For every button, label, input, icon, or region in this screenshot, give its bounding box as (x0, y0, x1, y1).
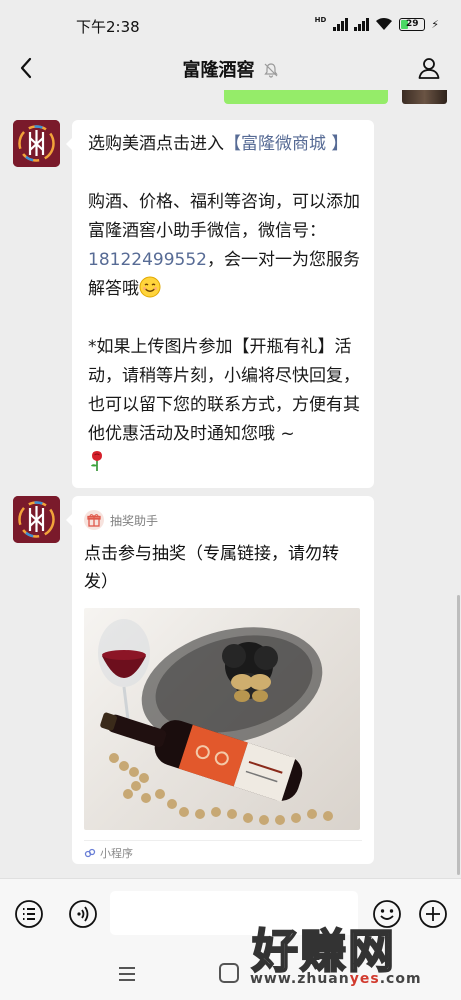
audio-button[interactable] (66, 897, 100, 931)
rose-emoji-icon (91, 451, 102, 471)
battery-icon: 29 (399, 17, 426, 31)
voice-toggle-button[interactable] (12, 897, 46, 931)
plus-icon (419, 900, 447, 928)
status-time: 下午2:38 (76, 18, 140, 36)
hd-badge: HD (314, 16, 327, 24)
brand-logo (13, 120, 60, 167)
system-nav-bar (0, 948, 461, 1000)
miniprogram-source: 抽奖助手 (84, 510, 362, 530)
status-bar: 下午2:38 HD 29 ⚡ (0, 0, 461, 46)
emoji-icon (373, 900, 401, 928)
emoji-button[interactable] (370, 897, 404, 931)
status-icons: HD 29 ⚡ (315, 16, 439, 32)
wechat-id-link[interactable]: 18122499552 (88, 250, 207, 270)
profile-button[interactable] (413, 52, 445, 84)
input-bar (0, 878, 461, 948)
miniprogram-card[interactable]: 抽奖助手 点击参与抽奖（专属链接，请勿转发） 小程序 (66, 496, 374, 864)
signal-icon (354, 17, 370, 31)
text-message-bubble[interactable]: 选购美酒点击进入【富隆微商城 】 购酒、价格、福利等咨询，可以添加富隆酒窖小助手… (66, 120, 374, 488)
miniprogram-title: 点击参与抽奖（专属链接，请勿转发） (84, 544, 339, 592)
miniprogram-footer: 小程序 (84, 840, 362, 864)
audio-icon (69, 900, 97, 928)
message-paragraph: *如果上传图片参加【开瓶有礼】活动，请稍等片刻，小编将尽快回复，也可以留下您的联… (88, 333, 360, 449)
profile-icon (418, 58, 440, 79)
mute-icon (263, 63, 278, 78)
message-text: 购酒、价格、福利等咨询，可以添加富隆酒窖小助手微信，微信号： (88, 192, 360, 241)
miniprogram-cover-image (84, 608, 360, 830)
previous-self-message[interactable] (224, 90, 388, 104)
message-paragraph: 选购美酒点击进入【富隆微商城 】 (88, 130, 360, 159)
miniprogram-source-name: 抽奖助手 (110, 513, 159, 528)
gift-icon (84, 510, 104, 530)
wifi-icon (376, 17, 393, 30)
nav-home-icon[interactable] (219, 963, 239, 983)
more-button[interactable] (416, 897, 450, 931)
chat-header: 富隆酒窖 (0, 46, 461, 90)
chat-title: 富隆酒窖 (182, 60, 255, 81)
miniprogram-label: 小程序 (100, 846, 133, 860)
nav-menu-icon[interactable] (116, 964, 138, 984)
chat-title-wrap: 富隆酒窖 (0, 56, 461, 82)
avatar[interactable] (13, 496, 60, 543)
message-paragraph: 购酒、价格、福利等咨询，可以添加富隆酒窖小助手微信，微信号： 1812249955… (88, 188, 360, 304)
voice-icon (15, 900, 43, 928)
signal-icon (333, 17, 349, 31)
chat-area[interactable]: 选购美酒点击进入【富隆微商城 】 购酒、价格、福利等咨询，可以添加富隆酒窖小助手… (0, 90, 461, 878)
chat-scrollbar[interactable] (457, 595, 460, 875)
shop-link[interactable]: 【富隆微商城 】 (224, 134, 348, 154)
message-text: 选购美酒点击进入 (88, 134, 224, 154)
brand-logo (13, 496, 60, 543)
miniprogram-icon (84, 848, 96, 857)
smile-emoji-icon (139, 276, 161, 298)
message-input[interactable] (110, 891, 358, 935)
message-text: *如果上传图片参加【开瓶有礼】活动，请稍等片刻，小编将尽快回复，也可以留下您的联… (88, 337, 360, 444)
message-paragraph (88, 449, 360, 478)
charging-icon: ⚡ (431, 17, 439, 31)
previous-image-message[interactable] (402, 90, 447, 104)
avatar[interactable] (13, 120, 60, 167)
